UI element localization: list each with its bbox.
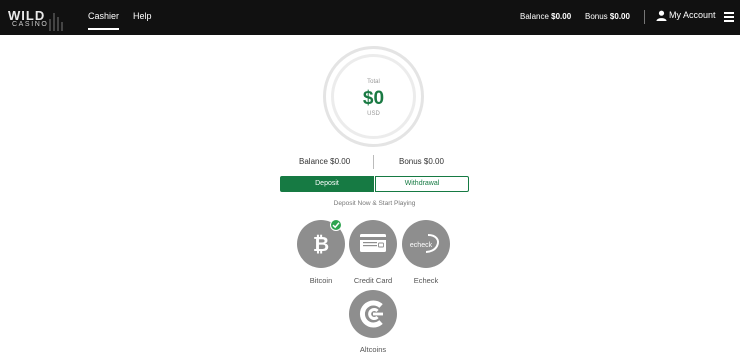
total-label: Total [367, 79, 380, 85]
my-account-label: My Account [669, 10, 716, 20]
payment-method-altcoins[interactable] [349, 290, 397, 338]
tab-cashier[interactable]: Cashier [88, 11, 120, 30]
tab-help[interactable]: Help [133, 11, 152, 21]
header-bonus-value: $0.00 [609, 12, 630, 21]
payment-method-label: Altcoins [359, 345, 387, 354]
header-bonus-label: Bonus [585, 12, 608, 21]
selected-check-icon [330, 219, 342, 231]
credit-card-icon [360, 234, 386, 252]
svg-text:₿: ₿ [313, 234, 329, 256]
echeck-icon: echeck [410, 234, 439, 253]
balance-divider [373, 155, 374, 169]
withdrawal-tab-button[interactable]: Withdrawal [375, 176, 469, 192]
logo-subtitle: CASINO [12, 21, 49, 28]
logo-bars-icon [49, 13, 63, 31]
svg-text:echeck: echeck [410, 242, 433, 249]
header-divider [644, 10, 645, 24]
payment-method-label: Echeck [413, 276, 439, 285]
bonus-summary: Bonus $0.00 [399, 157, 444, 166]
altcoins-icon [360, 300, 383, 328]
wild-casino-logo[interactable]: WILD CASINO [8, 8, 64, 31]
total-amount: $0 [362, 88, 385, 109]
header-bonus: Bonus $0.00 [585, 12, 630, 21]
deposit-tagline: Deposit Now & Start Playing [333, 200, 416, 207]
my-account-button[interactable]: My Account [656, 10, 716, 21]
payment-method-label: Bitcoin [309, 276, 333, 285]
top-navigation-bar: WILD CASINO Cashier Help Balance $0.00 B… [0, 0, 740, 35]
balance-summary: Balance $0.00 [299, 157, 351, 166]
header-balance-value: $0.00 [551, 12, 572, 21]
user-icon [656, 10, 667, 21]
header-balance-label: Balance [520, 12, 549, 21]
header-balance: Balance $0.00 [520, 12, 571, 21]
hamburger-menu-icon[interactable] [724, 12, 734, 22]
payment-method-credit-card[interactable] [349, 220, 397, 268]
total-currency: USD [367, 111, 380, 117]
deposit-tab-button[interactable]: Deposit [280, 176, 374, 192]
payment-method-echeck[interactable]: echeck [402, 220, 450, 268]
payment-method-label: Credit Card [353, 276, 393, 285]
